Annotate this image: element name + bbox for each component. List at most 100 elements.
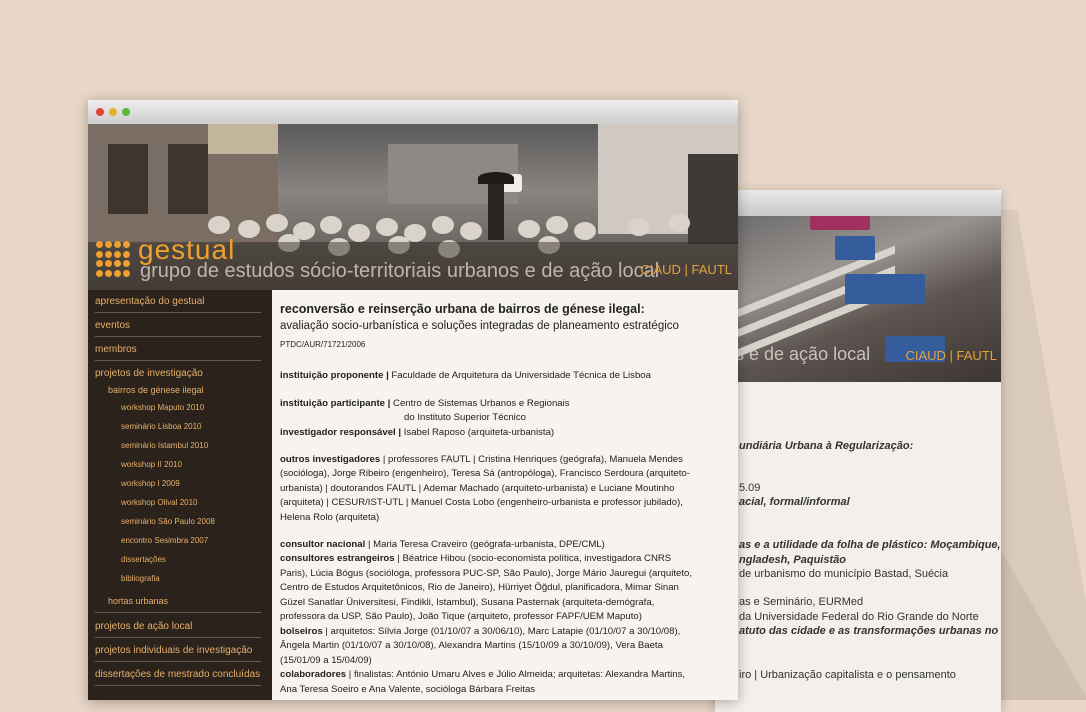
info-row: instituição participante | Centro de Sis… <box>280 398 570 409</box>
info-row: consultor nacional | Maria Teresa Cravei… <box>280 539 605 550</box>
divider <box>95 612 261 613</box>
sidebar-item-workshop-olival[interactable]: workshop Olival 2010 <box>121 498 197 507</box>
page-title: reconversão e reinserção urbana de bairr… <box>280 302 645 316</box>
info-value: (15/01/09 a 15/04/09) <box>280 655 372 666</box>
back-window-titlebar <box>715 190 1001 216</box>
sidebar-item-encontro-sesimbra[interactable]: encontro Sesimbra 2007 <box>121 536 208 545</box>
info-label: colaboradores <box>280 669 347 680</box>
sidebar-item-seminario-istambul[interactable]: seminário Istambul 2010 <box>121 441 208 450</box>
sidebar-item-projetos-investigacao[interactable]: projetos de investigação <box>95 368 203 379</box>
back-banner-institution: CIAUD | FAUTL <box>905 348 997 363</box>
back-line: as e Seminário, EURMed <box>739 596 864 608</box>
info-value: Güzel Sanatlar Üniversitesi, Findikli, I… <box>280 597 655 608</box>
sidebar-item-apresentacao[interactable]: apresentação do gestual <box>95 296 205 307</box>
divider <box>95 336 261 337</box>
info-value: Ângela Martin (01/10/07 a 30/10/08), Ale… <box>280 640 663 651</box>
info-value: urbanista) | doutorandos FAUTL | Ademar … <box>280 483 675 494</box>
info-label: instituição participante | <box>280 398 391 409</box>
info-row: (15/01/09 a 15/04/09) <box>280 655 372 666</box>
info-value: (socióloga), Jorge Ribeiro (engenheiro),… <box>280 468 690 479</box>
back-banner-tagline: os e de ação local <box>725 344 871 364</box>
info-label: investigador responsável | <box>280 427 402 438</box>
back-window-banner: os e de ação local CIAUD | FAUTL <box>715 216 1001 382</box>
sidebar-item-dissertacoes[interactable]: dissertações <box>121 555 166 564</box>
sidebar-item-projetos-acao-local[interactable]: projetos de ação local <box>95 621 192 632</box>
back-line: de urbanismo do município Bastad, Suécia <box>739 568 949 580</box>
site-tagline: grupo de estudos sócio-territoriais urba… <box>140 260 660 282</box>
info-row: urbanista) | doutorandos FAUTL | Ademar … <box>280 483 674 494</box>
sidebar-item-workshop-ii[interactable]: workshop II 2010 <box>121 460 182 469</box>
info-value: Paris), Lúcia Bógus (socióloga, professo… <box>280 568 693 579</box>
info-row: Helena Rolo (arquiteta) <box>280 512 379 523</box>
info-row: consultores estrangeiros | Béatrice Hibo… <box>280 553 671 564</box>
site-header-banner: gestual grupo de estudos sócio-territori… <box>88 124 738 290</box>
sidebar-item-projetos-individuais[interactable]: projetos individuais de investigação <box>95 645 252 656</box>
page-subtitle: avaliação socio-urbanística e soluções i… <box>280 320 679 332</box>
institution-label: CIAUD | FAUTL <box>640 262 732 277</box>
info-value: professora da USP, São Paulo), João Tiqu… <box>280 611 642 622</box>
back-browser-window: os e de ação local CIAUD | FAUTL undiári… <box>715 190 1001 712</box>
back-line: iro | Urbanização capitalista e o pensam… <box>739 669 956 681</box>
back-line: atuto das cidade e as transformações urb… <box>739 625 999 637</box>
back-window-content: undiária Urbana à Regularização: 5.09 ac… <box>715 382 1001 712</box>
sidebar-item-seminario-lisboa[interactable]: seminário Lisboa 2010 <box>121 422 202 431</box>
background-shadow-2 <box>1000 210 1086 700</box>
info-value: Ana Teresa Soeiro e Ana Valente, sociólo… <box>280 684 536 695</box>
divider <box>95 360 261 361</box>
sidebar-item-hortas-urbanas[interactable]: hortas urbanas <box>108 596 168 606</box>
sidebar-item-workshop-i[interactable]: workshop I 2009 <box>121 479 180 488</box>
close-window-icon[interactable] <box>96 108 104 116</box>
info-value: Centro de Estudos Arquitetônicos, Rio de… <box>280 582 679 593</box>
sidebar-item-dissertacoes-mestrado[interactable]: dissertações de mestrado concluídas <box>95 669 260 680</box>
back-line: undiária Urbana à Regularização: <box>739 440 914 452</box>
sidebar-item-bairros-genese-ilegal[interactable]: bairros de génese ilegal <box>108 385 204 395</box>
back-line: 5.09 <box>739 482 761 494</box>
main-content: reconversão e reinserção urbana de bairr… <box>272 290 738 700</box>
sidebar-item-workshop-maputo[interactable]: workshop Maputo 2010 <box>121 403 204 412</box>
minimize-window-icon[interactable] <box>109 108 117 116</box>
sidebar-navigation: apresentação do gestual eventos membros … <box>88 290 272 700</box>
info-row: (arquiteta) | CESUR/IST-UTL | Manuel Cos… <box>280 497 683 508</box>
front-window-titlebar <box>88 100 738 124</box>
info-row: colaboradores | finalistas: António Umar… <box>280 669 685 680</box>
info-row: professora da USP, São Paulo), João Tiqu… <box>280 611 642 622</box>
divider <box>95 661 261 662</box>
back-line: ngladesh, Paquistão <box>739 554 846 566</box>
info-value: Centro de Sistemas Urbanos e Regionais <box>390 398 570 409</box>
front-browser-window: gestual grupo de estudos sócio-territori… <box>88 100 738 700</box>
sidebar-item-bibliografia[interactable]: bibliografia <box>121 574 160 583</box>
divider <box>95 312 261 313</box>
divider <box>95 685 261 686</box>
info-value: Helena Rolo (arquiteta) <box>280 512 380 523</box>
info-label: bolseiros <box>280 626 323 637</box>
info-row: Ângela Martin (01/10/07 a 30/10/08), Ale… <box>280 640 663 651</box>
info-row: instituição proponente | Faculdade de Ar… <box>280 370 651 381</box>
info-row: investigador responsável | Isabel Raposo… <box>280 427 554 438</box>
maximize-window-icon[interactable] <box>122 108 130 116</box>
sidebar-item-membros[interactable]: membros <box>95 344 137 355</box>
back-line: as e a utilidade da folha de plástico: M… <box>739 539 1001 551</box>
info-value: | arquitetos: Sílvia Jorge (01/10/07 a 3… <box>322 626 681 637</box>
back-line: da Universidade Federal do Rio Grande do… <box>739 611 979 623</box>
info-label: outros investigadores <box>280 454 381 465</box>
info-label: consultor nacional <box>280 539 366 550</box>
info-label: instituição proponente | <box>280 370 389 381</box>
info-row: Ana Teresa Soeiro e Ana Valente, sociólo… <box>280 684 535 695</box>
info-row: bolseiros | arquitetos: Sílvia Jorge (01… <box>280 626 680 637</box>
info-value: | professores FAUTL | Cristina Henriques… <box>380 454 683 465</box>
info-row: do Instituto Superior Técnico <box>404 412 526 423</box>
info-row: Centro de Estudos Arquitetônicos, Rio de… <box>280 582 679 593</box>
info-value: | finalistas: António Umaru Alves e Júli… <box>346 669 686 680</box>
gestual-logo-icon <box>96 241 132 277</box>
back-line: acial, formal/informal <box>739 496 850 508</box>
info-row: Paris), Lúcia Bógus (socióloga, professo… <box>280 568 692 579</box>
info-value: do Instituto Superior Técnico <box>404 412 526 423</box>
info-value: Faculdade de Arquitetura da Universidade… <box>388 370 651 381</box>
project-code: PTDC/AUR/71721/2006 <box>280 340 366 349</box>
info-value: Isabel Raposo (arquiteta-urbanista) <box>401 427 555 438</box>
info-row: Güzel Sanatlar Üniversitesi, Findikli, I… <box>280 597 654 608</box>
info-row: (socióloga), Jorge Ribeiro (engenheiro),… <box>280 468 690 479</box>
sidebar-item-eventos[interactable]: eventos <box>95 320 130 331</box>
sidebar-item-seminario-sao-paulo[interactable]: seminário São Paulo 2008 <box>121 517 215 526</box>
info-row: outros investigadores | professores FAUT… <box>280 454 683 465</box>
